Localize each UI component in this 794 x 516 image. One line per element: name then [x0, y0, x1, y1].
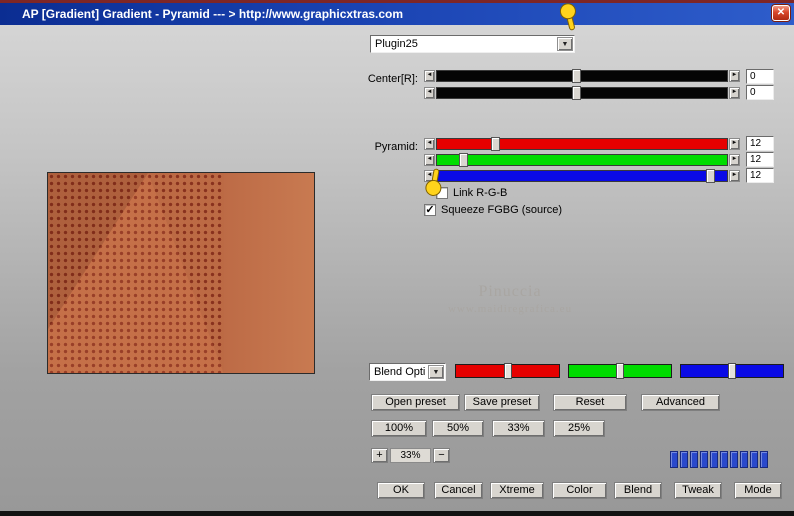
close-icon: ✕	[776, 7, 786, 18]
pyramid-red-thumb[interactable]	[491, 137, 500, 151]
tweak-button[interactable]: Tweak	[674, 482, 722, 499]
center-label: Center[R]:	[367, 73, 418, 85]
slider-arrow-right-icon[interactable]: ►	[729, 87, 740, 99]
preview-smooth-panel	[223, 173, 314, 373]
progress-segment	[730, 451, 738, 468]
window-bottom-border	[0, 511, 794, 516]
blend-red-thumb[interactable]	[503, 363, 512, 379]
pyramid-blue-value[interactable]: 12	[746, 168, 774, 183]
advanced-button[interactable]: Advanced	[641, 394, 720, 411]
progress-segment	[720, 451, 728, 468]
center-slider-1[interactable]: ◄ ►	[424, 69, 740, 83]
blend-green-slider[interactable]	[568, 363, 672, 379]
center-slider-1-thumb[interactable]	[572, 69, 582, 83]
progress-segment	[750, 451, 758, 468]
blend-blue-thumb[interactable]	[728, 363, 736, 379]
squeeze-fgbg-label: Squeeze FGBG (source)	[441, 204, 563, 216]
cancel-button[interactable]: Cancel	[434, 482, 483, 499]
pyramid-green-track[interactable]	[436, 153, 728, 167]
zoom-100-button[interactable]: 100%	[371, 420, 427, 437]
center-slider-1-track[interactable]	[436, 69, 728, 83]
ok-button[interactable]: OK	[377, 482, 425, 499]
chevron-down-icon[interactable]: ▼	[428, 365, 444, 379]
pyramid-green-value[interactable]: 12	[746, 152, 774, 167]
center-slider-2[interactable]: ◄ ►	[424, 86, 740, 100]
progress-segment	[760, 451, 768, 468]
blend-options-dropdown[interactable]: Blend Opti ▼	[369, 363, 446, 381]
slider-arrow-left-icon[interactable]: ◄	[424, 138, 435, 150]
mode-button[interactable]: Mode	[734, 482, 782, 499]
blend-red-slider[interactable]	[455, 363, 560, 379]
save-preset-button[interactable]: Save preset	[464, 394, 540, 411]
chevron-down-icon[interactable]: ▼	[557, 37, 573, 51]
progress-segment	[690, 451, 698, 468]
squeeze-fgbg-checkbox[interactable]: ✓ Squeeze FGBG (source)	[424, 204, 562, 216]
center-value-2[interactable]: 0	[746, 85, 774, 100]
reset-button[interactable]: Reset	[553, 394, 627, 411]
slider-arrow-left-icon[interactable]: ◄	[424, 154, 435, 166]
plugin-dialog-window: AP [Gradient] Gradient - Pyramid --- > h…	[0, 0, 794, 516]
pyramid-green-slider[interactable]: ◄ ►	[424, 153, 740, 167]
link-rgb-label: Link R-G-B	[453, 187, 508, 199]
open-preset-button[interactable]: Open preset	[371, 394, 460, 411]
pyramid-label: Pyramid:	[374, 141, 418, 153]
center-slider-2-thumb[interactable]	[572, 86, 582, 100]
progress-segment	[700, 451, 708, 468]
progress-segment	[710, 451, 718, 468]
pyramid-red-value[interactable]: 12	[746, 136, 774, 151]
progress-bar	[670, 451, 768, 468]
close-button[interactable]: ✕	[772, 5, 790, 21]
pyramid-red-slider[interactable]: ◄ ►	[424, 137, 740, 151]
link-rgb-checkbox[interactable]: Link R-G-B	[436, 187, 507, 199]
watermark-name: Pinuccia	[478, 283, 542, 300]
progress-segment	[680, 451, 688, 468]
pyramid-blue-track[interactable]	[436, 169, 728, 183]
zoom-plus-button[interactable]: +	[371, 448, 388, 463]
plugin-dropdown-value: Plugin25	[375, 38, 418, 50]
zoom-level-value: 33%	[390, 448, 431, 463]
blend-green-thumb[interactable]	[616, 363, 624, 379]
blend-options-value: Blend Opti	[374, 366, 425, 378]
titlebar[interactable]: AP [Gradient] Gradient - Pyramid --- > h…	[0, 3, 794, 25]
progress-segment	[670, 451, 678, 468]
center-value-1[interactable]: 0	[746, 69, 774, 84]
progress-segment	[740, 451, 748, 468]
xtreme-button[interactable]: Xtreme	[490, 482, 544, 499]
zoom-minus-button[interactable]: −	[433, 448, 450, 463]
color-button[interactable]: Color	[552, 482, 607, 499]
pyramid-green-thumb[interactable]	[459, 153, 469, 167]
zoom-50-button[interactable]: 50%	[432, 420, 484, 437]
center-slider-2-track[interactable]	[436, 86, 728, 100]
zoom-33-button[interactable]: 33%	[492, 420, 545, 437]
watermark-site: www.maidiregrafica.eu	[447, 303, 573, 315]
pyramid-red-track[interactable]	[436, 137, 728, 151]
window-title: AP [Gradient] Gradient - Pyramid --- > h…	[22, 7, 404, 21]
blend-blue-slider[interactable]	[680, 363, 784, 379]
slider-arrow-right-icon[interactable]: ►	[729, 154, 740, 166]
slider-arrow-left-icon[interactable]: ◄	[424, 70, 435, 82]
zoom-25-button[interactable]: 25%	[553, 420, 605, 437]
plugin-dropdown[interactable]: Plugin25 ▼	[370, 35, 575, 53]
preview-canvas	[47, 172, 315, 374]
pyramid-blue-slider[interactable]: ◄ ►	[424, 169, 740, 183]
slider-arrow-right-icon[interactable]: ►	[729, 70, 740, 82]
slider-arrow-left-icon[interactable]: ◄	[424, 87, 435, 99]
slider-arrow-right-icon[interactable]: ►	[729, 170, 740, 182]
pyramid-blue-thumb[interactable]	[705, 169, 715, 183]
blend-button[interactable]: Blend	[614, 482, 662, 499]
slider-arrow-right-icon[interactable]: ►	[729, 138, 740, 150]
squeeze-fgbg-checkbox-box[interactable]: ✓	[424, 204, 436, 216]
